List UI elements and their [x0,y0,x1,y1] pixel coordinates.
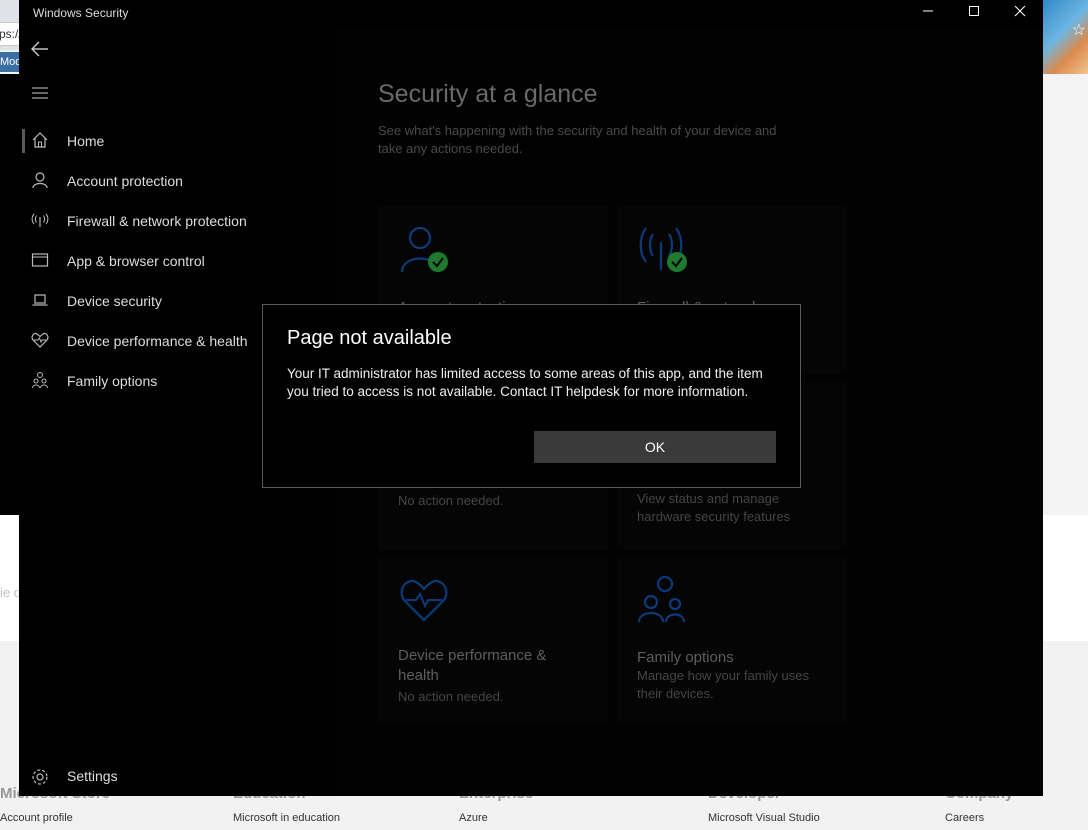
dialog-title: Page not available [287,327,452,349]
sidebar-item-home[interactable]: Home [19,121,337,161]
minimize-icon [923,10,933,12]
back-button[interactable] [29,38,51,60]
home-icon [31,131,49,149]
background-dark-strip [0,74,20,515]
ok-button[interactable]: OK [534,431,776,463]
menu-button[interactable] [31,86,49,100]
card-status: No action needed. [398,493,504,508]
title-bar[interactable]: Windows Security [19,0,1043,28]
card-title: Device performance & health [398,647,547,684]
maximize-icon [969,6,979,16]
laptop-icon [31,291,49,309]
hamburger-icon [32,87,48,99]
heart-pulse-icon [398,574,450,626]
antenna-icon [31,211,49,229]
window-title: Windows Security [33,6,129,20]
sidebar-item-label: Device security [67,293,162,309]
antenna-check-icon [637,224,689,276]
card-status: Manage how your family uses their device… [637,668,809,701]
settings-label: Settings [67,768,118,784]
active-indicator [22,129,25,153]
close-button[interactable] [997,0,1043,28]
sidebar-item-label: Family options [67,373,158,389]
dialog-message: Your IT administrator has limited access… [287,366,763,399]
page-title: Security at a glance [378,80,598,108]
page-not-available-dialog: Page not available Your IT administrator… [262,304,801,488]
sidebar-item-firewall[interactable]: Firewall & network protection [19,201,337,241]
person-check-icon [398,224,450,276]
footer-link[interactable]: Account profile [0,812,110,824]
sidebar-item-label: Account protection [67,173,183,189]
card-status: View status and manage hardware security… [637,491,791,524]
heart-icon [31,331,49,349]
sidebar-item-label: Firewall & network protection [67,213,247,229]
maximize-button[interactable] [951,0,997,28]
background-faded-text: ie d [0,585,21,600]
gear-icon [31,768,49,786]
card-device-performance[interactable]: Device performance & health No action ne… [378,556,608,724]
back-arrow-icon [31,41,48,57]
sidebar-item-label: Home [67,133,105,149]
browser-window-icon [31,251,49,269]
sidebar-item-settings[interactable]: Settings [19,756,337,796]
footer-link[interactable]: Careers [945,812,1013,824]
card-status: No action needed. [398,689,504,704]
footer-link[interactable]: Microsoft in education [233,812,340,824]
favorite-star-icon[interactable]: ☆ [1072,20,1086,40]
sidebar-item-label: App & browser control [67,253,205,269]
background-banner-image: ☆ [1040,0,1088,74]
card-title: Family options [637,649,734,666]
sidebar-item-account-protection[interactable]: Account protection [19,161,337,201]
card-family-options[interactable]: Family options Manage how your family us… [617,556,847,724]
close-icon [1014,5,1026,17]
person-icon [31,171,49,189]
footer-link[interactable]: Microsoft Visual Studio [708,812,820,824]
family-icon [31,371,49,389]
page-subtitle: See what's happening with the security a… [378,123,777,156]
footer-link[interactable]: Azure [459,812,533,824]
family-icon [637,574,689,626]
minimize-button[interactable] [905,0,951,28]
sidebar-item-label: Device performance & health [67,333,248,349]
sidebar-item-app-browser[interactable]: App & browser control [19,241,337,281]
